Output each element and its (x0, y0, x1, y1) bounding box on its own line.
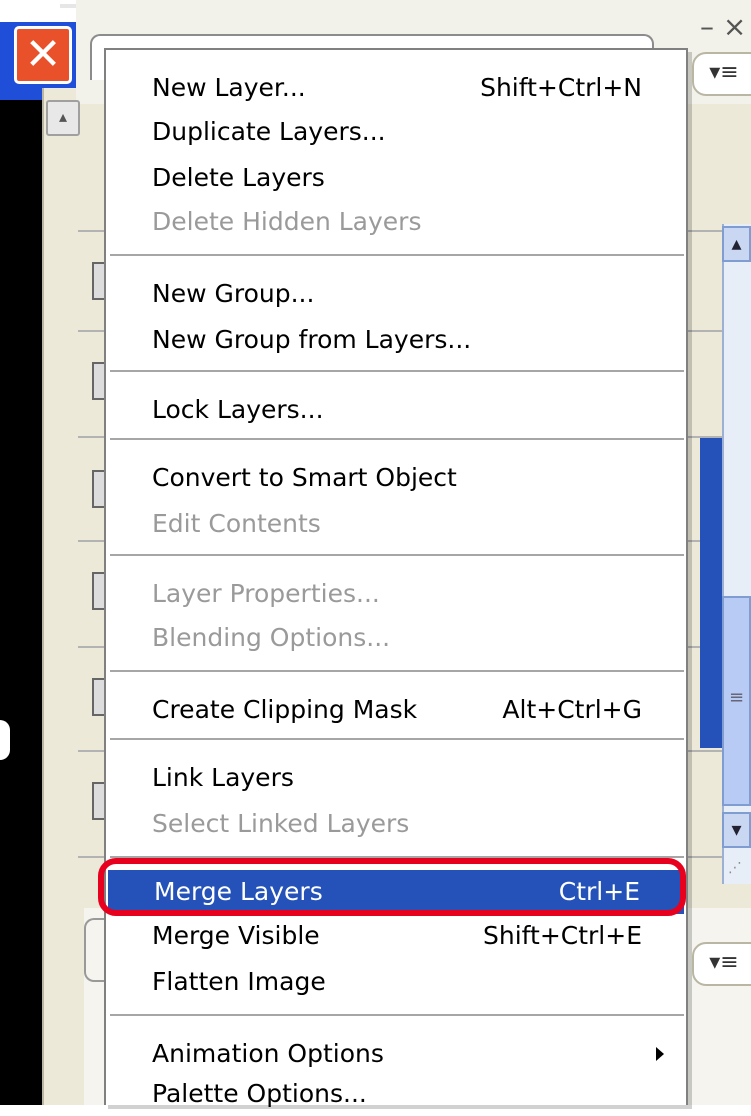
panel-minimize-close-icons[interactable]: – × (700, 10, 746, 43)
menu-item-merge-visible[interactable]: Merge Visible Shift+Ctrl+E (106, 914, 686, 958)
menu-item-label: New Group from Layers... (152, 325, 472, 354)
menu-item-new-group[interactable]: New Group... (106, 272, 686, 316)
menu-item-shortcut: Alt+Ctrl+G (502, 695, 642, 724)
menu-item-label: Merge Visible (152, 921, 320, 950)
menu-item-label: New Group... (152, 279, 315, 308)
menu-separator (110, 554, 684, 556)
menu-item-blending-options: Blending Options... (106, 616, 686, 660)
menu-item-lock-layers[interactable]: Lock Layers... (106, 388, 686, 432)
close-icon[interactable]: ✕ (14, 26, 72, 84)
menu-item-delete-hidden-layers: Delete Hidden Layers (106, 200, 686, 244)
menu-item-label: Convert to Smart Object (152, 463, 457, 492)
menu-item-label: Palette Options... (152, 1079, 367, 1108)
scroll-thumb[interactable]: ≡ (722, 596, 751, 806)
submenu-arrow-icon (656, 1047, 664, 1061)
menu-item-layer-properties: Layer Properties... (106, 572, 686, 616)
canvas-shape (0, 720, 10, 760)
menu-item-palette-options[interactable]: Palette Options... (106, 1072, 686, 1116)
menu-item-select-linked-layers: Select Linked Layers (106, 802, 686, 846)
menu-item-animation-options[interactable]: Animation Options (106, 1032, 686, 1076)
menu-item-new-group-from-layers[interactable]: New Group from Layers... (106, 318, 686, 362)
lower-panel-menu-icon[interactable]: ▾≡ (692, 942, 751, 986)
menu-item-create-clipping-mask[interactable]: Create Clipping Mask Alt+Ctrl+G (106, 688, 686, 732)
menu-item-label: Flatten Image (152, 967, 326, 996)
menu-item-new-layer[interactable]: New Layer... Shift+Ctrl+N (106, 66, 686, 110)
selected-layers-highlight (700, 438, 722, 748)
menu-item-shortcut: Shift+Ctrl+E (483, 921, 642, 950)
menu-item-label: Duplicate Layers... (152, 117, 386, 146)
menu-item-convert-to-smart-object[interactable]: Convert to Smart Object (106, 456, 686, 500)
menu-item-label: Link Layers (152, 763, 294, 792)
menu-item-duplicate-layers[interactable]: Duplicate Layers... (106, 110, 686, 154)
menu-item-label: Delete Hidden Layers (152, 207, 422, 236)
menu-item-label: Lock Layers... (152, 395, 324, 424)
highlight-callout (98, 858, 686, 916)
menu-item-label: Select Linked Layers (152, 809, 410, 838)
scroll-down-icon[interactable]: ▾ (722, 812, 751, 848)
menu-item-label: New Layer... (152, 73, 306, 102)
menu-item-label: Delete Layers (152, 163, 325, 192)
menu-separator (110, 254, 684, 256)
lower-panel-tab[interactable] (84, 918, 106, 982)
menu-item-label: Create Clipping Mask (152, 695, 418, 724)
menu-item-label: Blending Options... (152, 623, 391, 652)
menu-item-edit-contents: Edit Contents (106, 502, 686, 546)
menu-item-link-layers[interactable]: Link Layers (106, 756, 686, 800)
menu-item-flatten-image[interactable]: Flatten Image (106, 960, 686, 1004)
resize-grip-icon[interactable]: ⋰ (728, 860, 742, 876)
menu-item-label: Layer Properties... (152, 579, 380, 608)
scroll-up-icon[interactable]: ▴ (722, 226, 751, 262)
menu-separator (110, 370, 684, 372)
menu-item-shortcut: Shift+Ctrl+N (480, 73, 642, 102)
menu-separator (110, 1014, 684, 1016)
menu-separator (110, 670, 684, 672)
menu-separator (110, 738, 684, 740)
canvas-edge (0, 100, 42, 1105)
menu-separator (110, 438, 684, 440)
menu-item-label: Edit Contents (152, 509, 321, 538)
menu-item-delete-layers[interactable]: Delete Layers (106, 156, 686, 200)
layers-context-menu: New Layer... Shift+Ctrl+N Duplicate Laye… (104, 48, 688, 1108)
menu-item-label: Animation Options (152, 1039, 384, 1068)
panel-menu-icon[interactable]: ▾≡ (692, 52, 751, 96)
small-scroll-up-icon[interactable]: ▴ (46, 100, 80, 136)
